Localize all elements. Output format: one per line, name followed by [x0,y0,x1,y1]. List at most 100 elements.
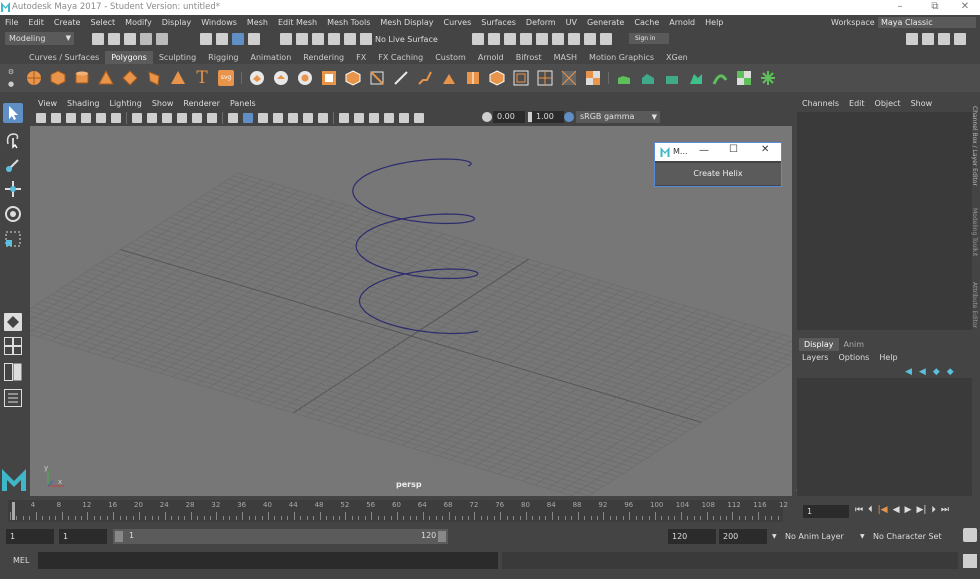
create-helix-button[interactable]: Create Helix [655,163,781,185]
layer-help-menu[interactable]: Help [874,351,902,364]
anim-prefs-icon[interactable] [963,528,977,542]
menu-modify[interactable]: Modify [120,15,157,30]
play-backwards-icon[interactable]: ◀ [893,505,900,515]
move-tool-button[interactable] [3,179,23,199]
viewport-menu-lighting[interactable]: Lighting [104,97,146,110]
smooth-shade-icon[interactable] [243,113,253,123]
wireframe-on-shaded-icon[interactable] [258,113,268,123]
separate-icon[interactable] [273,70,289,86]
tab-display-layers[interactable]: Display [799,338,839,351]
image-plane-icon[interactable] [81,113,91,123]
snap-view-icon[interactable] [328,33,340,45]
poly-cylinder-icon[interactable] [74,70,90,86]
bookmark-icon[interactable] [66,113,76,123]
menu-cache[interactable]: Cache [629,15,664,30]
scale-tool-button[interactable] [3,229,23,249]
redo-icon[interactable] [156,33,168,45]
menu-generate[interactable]: Generate [582,15,629,30]
viewport-menu-shading[interactable]: Shading [62,97,105,110]
play-icon[interactable] [584,33,596,45]
undo-icon[interactable] [140,33,152,45]
viewport-menu-show[interactable]: Show [147,97,179,110]
multicut-icon[interactable] [465,70,481,86]
current-time-marker[interactable] [12,502,15,520]
tab-fx-caching[interactable]: FX Caching [372,51,429,64]
mirror-icon[interactable] [345,70,361,86]
rotate-tool-button[interactable] [3,204,23,224]
tab-curves-surfaces[interactable]: Curves / Surfaces [23,51,105,64]
xgen-splines-icon[interactable] [640,70,656,86]
camera-attributes-icon[interactable] [51,113,61,123]
attribute-editor-icon[interactable] [922,33,934,45]
tab-motion-graphics[interactable]: Motion Graphics [583,51,660,64]
tab-animation[interactable]: Animation [244,51,297,64]
live-surface[interactable]: No Live Surface [360,33,438,45]
exposure-field[interactable]: 0.00 [493,111,525,123]
isolate-select-icon[interactable] [369,113,379,123]
hypershade-icon[interactable] [536,33,548,45]
tab-fx[interactable]: FX [350,51,372,64]
viewport-menu-renderer[interactable]: Renderer [178,97,225,110]
xgen-grass-icon[interactable] [616,70,632,86]
color-management-icon[interactable] [564,112,574,122]
tab-rendering[interactable]: Rendering [297,51,350,64]
depth-of-field-icon[interactable] [414,113,424,123]
shadows-icon[interactable] [303,113,313,123]
ipr-render-icon[interactable] [504,33,516,45]
poly-sphere-icon[interactable] [26,70,42,86]
menu-deform[interactable]: Deform [521,15,561,30]
pause-icon[interactable] [600,33,612,45]
select-camera-icon[interactable] [36,113,46,123]
gamma-field[interactable]: 1.00 [532,111,564,123]
type-tool-icon[interactable]: T [194,70,210,87]
menu-mesh-tools[interactable]: Mesh Tools [322,15,375,30]
script-editor-icon[interactable] [963,554,977,568]
close-button[interactable]: ✕ [950,1,980,14]
menu-help[interactable]: Help [700,15,728,30]
safe-action-icon[interactable] [207,113,217,123]
dialog-maximize-button[interactable]: ☐ [729,144,738,155]
side-tab-modeling-toolkit[interactable]: Modeling Toolkit [971,208,978,256]
step-forward-key-icon[interactable]: ⏵ [931,505,936,515]
poly-torus-icon[interactable] [122,70,138,86]
layer-options-menu[interactable]: Options [833,351,874,364]
go-to-end-icon[interactable]: ⏭ [941,505,949,515]
history-icon[interactable] [472,33,484,45]
tab-arnold[interactable]: Arnold [472,51,510,64]
xgen-guides-icon[interactable] [688,70,704,86]
uv-layout-icon[interactable] [513,70,529,86]
go-to-start-icon[interactable]: ⏮ [855,505,863,515]
range-end-handle[interactable] [438,531,446,542]
minimize-button[interactable]: – [885,1,915,14]
menu-edit-mesh[interactable]: Edit Mesh [273,15,322,30]
view-transform-dropdown[interactable]: sRGB gamma ▼ [576,111,660,123]
snap-surface-icon[interactable] [344,33,356,45]
menu-file[interactable]: File [0,15,23,30]
move-layer-down-icon[interactable]: ◀ [919,367,926,377]
arnold-render-icon[interactable] [568,33,580,45]
new-layer-selected-icon[interactable]: ◆ [947,367,954,377]
snap-grid-icon[interactable] [280,33,292,45]
select-hierarchy-icon[interactable] [200,33,212,45]
xgen-rig-icon[interactable] [760,70,776,86]
playback-end-field[interactable]: 120 [668,529,716,544]
gear-icon[interactable]: ⚙ [8,68,14,76]
side-tab-channel-box[interactable]: Channel Box / Layer Editor [971,106,978,186]
exposure-icon[interactable] [482,112,492,122]
sign-in-button[interactable]: Sign in [629,33,669,44]
menu-create[interactable]: Create [49,15,86,30]
open-scene-icon[interactable] [108,33,120,45]
tab-bifrost[interactable]: Bifrost [510,51,548,64]
menu-select[interactable]: Select [85,15,120,30]
menu-uv[interactable]: UV [561,15,582,30]
step-forward-frame-icon[interactable]: ▶| [916,505,926,515]
menu-display[interactable]: Display [157,15,197,30]
dialog-close-button[interactable]: ✕ [761,144,769,155]
script-type-label[interactable]: MEL [13,556,29,565]
channelbox-edit-menu[interactable]: Edit [844,97,870,110]
automatic-map-icon[interactable] [585,70,601,86]
poly-disc-icon[interactable] [170,70,186,86]
channel-box-icon[interactable] [954,33,966,45]
tab-sculpting[interactable]: Sculpting [153,51,202,64]
smooth-icon[interactable] [297,70,313,86]
